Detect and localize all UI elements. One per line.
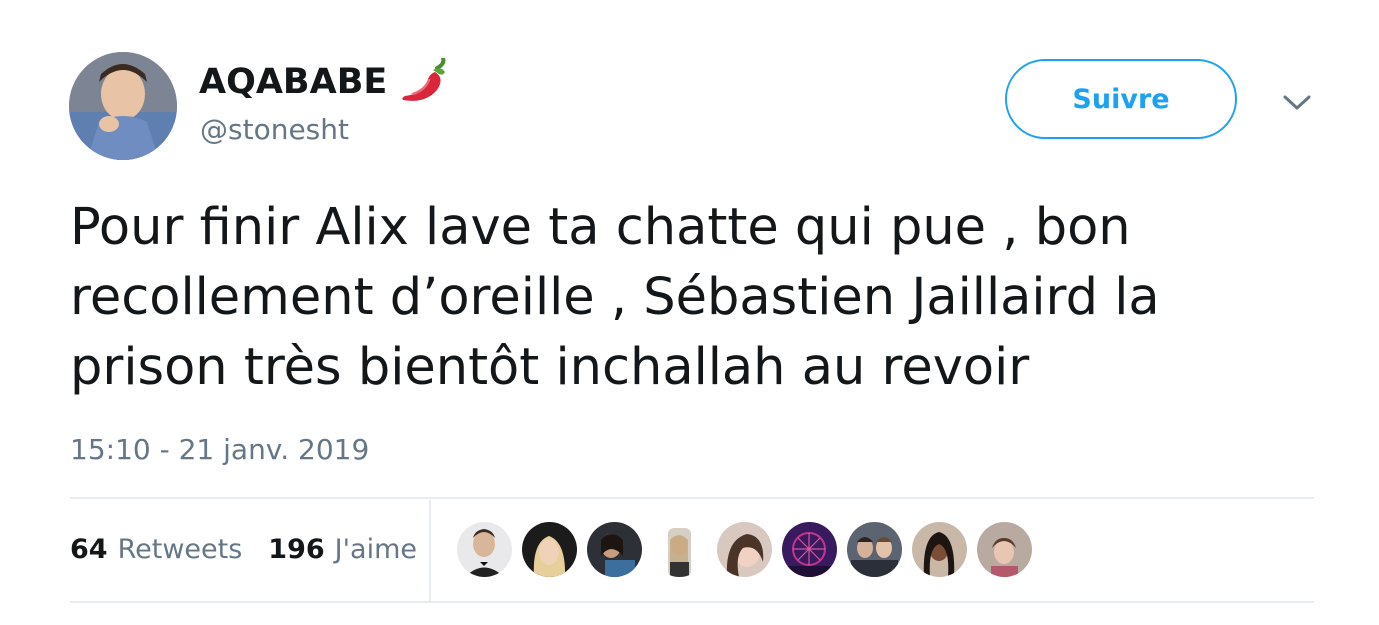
chevron-down-icon[interactable] xyxy=(1282,92,1312,114)
timestamp[interactable]: 15:10 - 21 janv. 2019 xyxy=(70,432,369,468)
tweet-stats: 64 Retweets 196 J'aime xyxy=(70,530,417,570)
liker-avatar[interactable] xyxy=(587,522,642,577)
follow-button[interactable]: Suivre xyxy=(1005,59,1237,139)
liker-avatar[interactable] xyxy=(717,522,772,577)
retweets-count: 64 xyxy=(70,534,108,565)
liker-avatar[interactable] xyxy=(522,522,577,577)
likes-stat[interactable]: 196 J'aime xyxy=(268,530,417,570)
retweets-stat[interactable]: 64 Retweets xyxy=(70,530,242,570)
liker-avatar[interactable] xyxy=(457,522,512,577)
liker-avatar[interactable] xyxy=(847,522,902,577)
user-handle[interactable]: @stonesht xyxy=(200,112,349,148)
liker-avatar[interactable] xyxy=(652,522,707,577)
divider-bottom xyxy=(70,601,1314,603)
display-name[interactable]: AQABABE xyxy=(199,56,451,106)
liker-avatar[interactable] xyxy=(977,522,1032,577)
tweet-text-line: Pour finir Alix lave ta chatte qui pue ,… xyxy=(70,198,1131,257)
chili-pepper-icon xyxy=(399,56,451,106)
divider-top xyxy=(70,497,1314,499)
retweets-label: Retweets xyxy=(117,534,243,565)
tweet-text: Pour finir Alix lave ta chatte qui pue ,… xyxy=(70,193,1270,403)
stats-separator xyxy=(429,500,431,601)
likes-count: 196 xyxy=(268,534,325,565)
avatar[interactable] xyxy=(69,52,177,160)
tweet-text-line: recollement d’oreille , Sébastien Jailla… xyxy=(70,268,1160,327)
liker-avatar[interactable] xyxy=(782,522,837,577)
display-name-text[interactable]: AQABABE xyxy=(199,60,387,104)
likes-label: J'aime xyxy=(334,534,418,565)
tweet-text-line: prison très bientôt inchallah au revoir xyxy=(70,338,1030,397)
liker-avatar[interactable] xyxy=(912,522,967,577)
likers-avatars xyxy=(457,522,1042,577)
